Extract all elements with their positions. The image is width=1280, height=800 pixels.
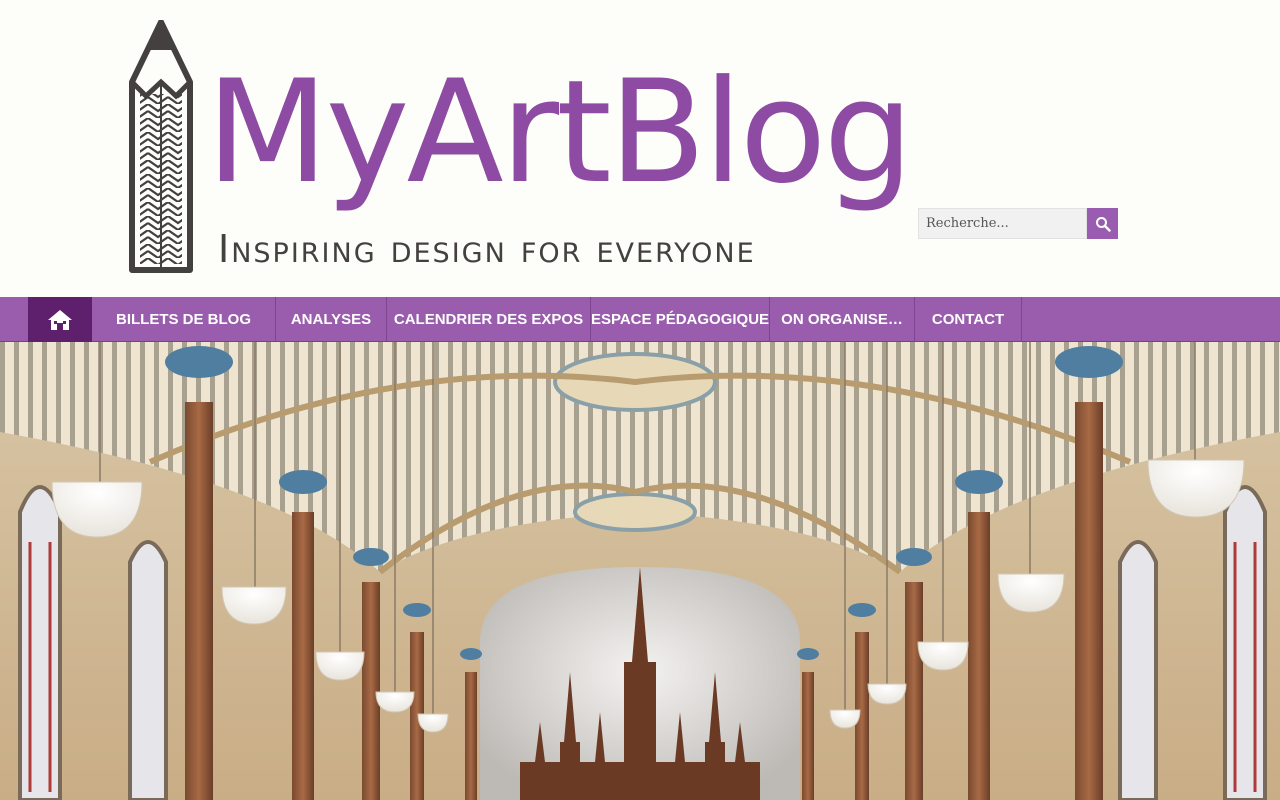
hero-image-cathedral-interior [0, 342, 1280, 800]
site-header: MyArtBlog Inspiring design for everyone [0, 0, 1280, 297]
pencil-logo-icon[interactable] [128, 20, 194, 274]
search-form [918, 208, 1118, 239]
search-input[interactable] [918, 208, 1087, 239]
site-tagline: Inspiring design for everyone [218, 227, 756, 271]
search-button[interactable] [1087, 208, 1118, 239]
nav-item-espace-pedagogique[interactable]: ESPACE PÉDAGOGIQUE [591, 297, 770, 341]
site-title[interactable]: MyArtBlog [206, 62, 914, 204]
nav-item-calendrier-des-expos[interactable]: CALENDRIER DES EXPOS [387, 297, 591, 341]
nav-home-button[interactable] [28, 297, 92, 342]
search-icon [1095, 216, 1111, 232]
nav-item-on-organise[interactable]: ON ORGANISE… [770, 297, 915, 341]
nav-item-analyses[interactable]: ANALYSES [276, 297, 387, 341]
main-navigation: BILLETS DE BLOG ANALYSES CALENDRIER DES … [0, 297, 1280, 342]
hero-illustration [0, 342, 1280, 800]
home-icon [48, 309, 72, 330]
nav-item-billets-de-blog[interactable]: BILLETS DE BLOG [92, 297, 276, 341]
nav-item-contact[interactable]: CONTACT [915, 297, 1022, 341]
